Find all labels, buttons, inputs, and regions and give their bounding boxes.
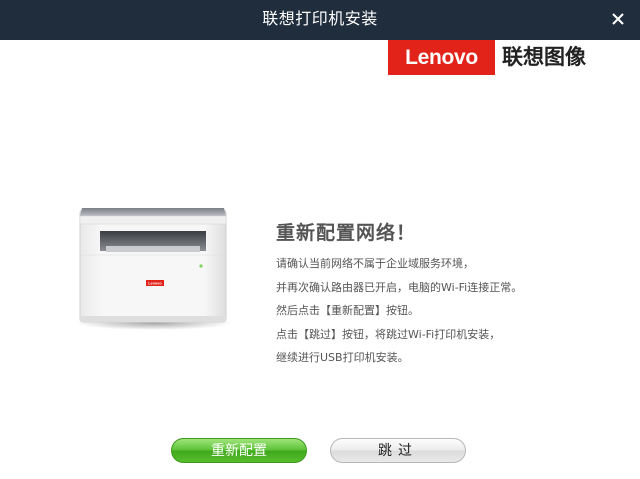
title-bar: 联想打印机安装 [0, 0, 640, 40]
skip-button[interactable]: 跳过 [330, 438, 466, 463]
lenovo-logo-text: Lenovo [405, 46, 478, 69]
message-heading: 重新配置网络！ [276, 222, 417, 244]
message-line: 然后点击【重新配置】按钮。 [276, 304, 419, 317]
window-title: 联想打印机安装 [262, 9, 378, 28]
message-line: 继续进行USB打印机安装。 [276, 351, 409, 364]
message-line: 请确认当前网络不属于企业域服务环境， [276, 257, 474, 270]
message-panel: 重新配置网络！ 请确认当前网络不属于企业域服务环境， 并再次确认路由器已开启，电… [276, 218, 626, 370]
printer-label: Lenovo [148, 282, 162, 286]
close-icon[interactable] [608, 9, 628, 29]
brand-chinese-name: 联想图像 [502, 45, 586, 69]
reconfigure-button[interactable]: 重新配置 [171, 438, 307, 463]
printer-illustration: Lenovo [76, 208, 232, 330]
message-line: 并再次确认路由器已开启，电脑的Wi-Fi连接正常。 [276, 280, 523, 294]
brand-logo: Lenovo 联想图像 [388, 40, 608, 76]
message-line: 点击【跳过】按钮，将跳过Wi-Fi打印机安装， [276, 327, 501, 341]
